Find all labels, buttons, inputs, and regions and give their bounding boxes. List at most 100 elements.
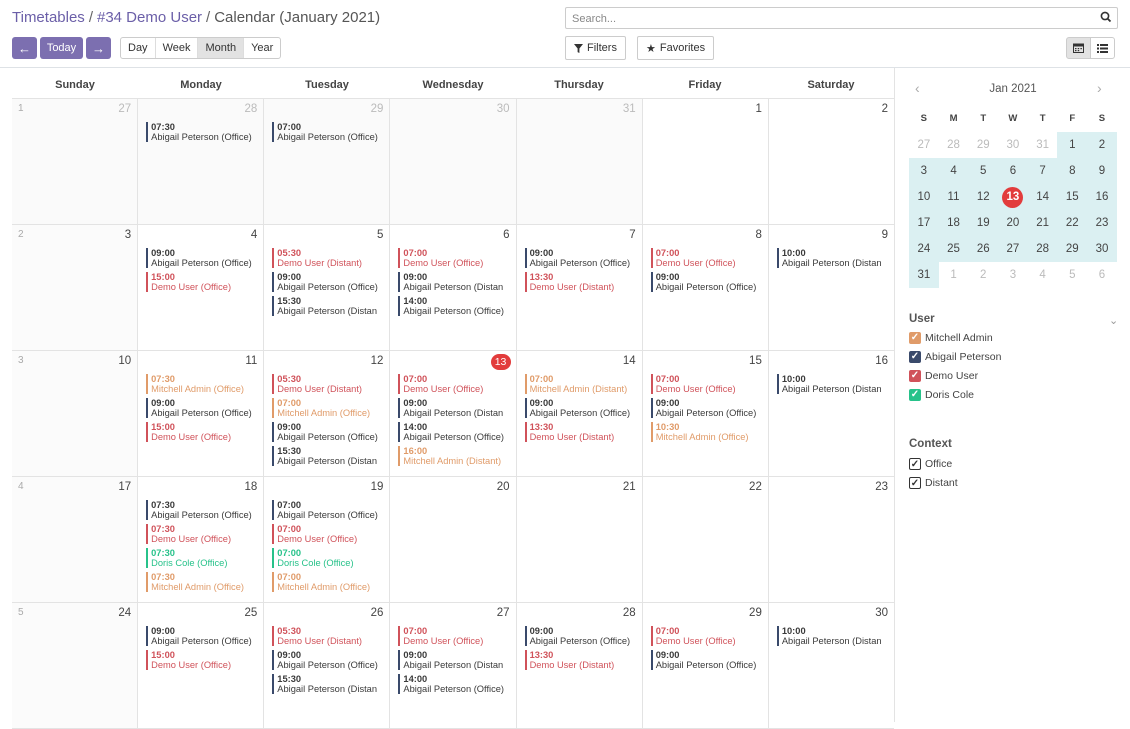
day-cell[interactable]: 1 27 [12, 99, 139, 224]
user-filter-doris-cole[interactable]: ✓ Doris Cole [909, 389, 974, 401]
day-cell[interactable]: 28 09:00 Abigail Peterson (Office) 13:30 Dem… [517, 603, 643, 728]
calendar-event[interactable]: 09:00 Abigail Peterson (Office) [146, 398, 261, 418]
calendar-event[interactable]: 16:00 Mitchell Admin (Distant) [398, 446, 513, 466]
user-filter-demo-user[interactable]: ✓ Demo User [909, 370, 978, 382]
mini-calendar-day[interactable]: 2 [968, 262, 998, 288]
checkbox-checked-icon[interactable]: ✓ [909, 370, 921, 382]
chevron-right-icon[interactable]: › [1097, 80, 1102, 96]
calendar-event[interactable]: 10:00 Abigail Peterson (Distan [776, 374, 892, 394]
calendar-event[interactable]: 13:30 Demo User (Distant) [524, 272, 640, 292]
day-cell[interactable]: 1 [643, 99, 769, 224]
day-cell[interactable]: 21 [517, 477, 643, 602]
calendar-event[interactable]: 15:30 Abigail Peterson (Distan [272, 446, 387, 466]
mini-calendar-day[interactable]: 5 [968, 158, 999, 184]
day-cell[interactable]: 15 07:00 Demo User (Office) 09:00 Abigail Pe… [643, 351, 769, 476]
mini-calendar-day[interactable]: 16 [1087, 184, 1117, 210]
mini-calendar-day[interactable]: 17 [909, 210, 939, 236]
day-cell[interactable]: 5 24 [12, 603, 139, 728]
calendar-event[interactable]: 09:00 Abigail Peterson (Distan [398, 272, 513, 292]
calendar-event[interactable]: 10:00 Abigail Peterson (Distan [776, 248, 892, 268]
day-cell[interactable]: 12 05:30 Demo User (Distant) 07:00 Mitchell … [264, 351, 391, 476]
context-filter-office[interactable]: ✓ Office [909, 458, 952, 470]
next-button[interactable]: → [86, 37, 111, 59]
mini-calendar-day[interactable]: 30 [1087, 236, 1117, 262]
calendar-event[interactable]: 07:00 Mitchell Admin (Office) [272, 398, 387, 418]
today-button[interactable]: Today [40, 37, 83, 59]
calendar-event[interactable]: 07:30 Mitchell Admin (Office) [146, 374, 261, 394]
calendar-event[interactable]: 09:00 Abigail Peterson (Office) [650, 398, 766, 418]
day-cell[interactable]: 23 [769, 477, 894, 602]
scale-day-button[interactable]: Day [121, 38, 156, 58]
calendar-event[interactable]: 07:30 Abigail Peterson (Office) [146, 122, 261, 142]
calendar-event[interactable]: 09:00 Abigail Peterson (Office) [272, 272, 387, 292]
day-cell[interactable]: 29 07:00 Demo User (Office) 09:00 Abigail Pe… [643, 603, 769, 728]
mini-calendar-day[interactable]: 6 [998, 158, 1028, 184]
calendar-event[interactable]: 09:00 Abigail Peterson (Office) [524, 398, 640, 418]
day-cell[interactable]: 18 07:30 Abigail Peterson (Office) 07:30 Dem… [138, 477, 265, 602]
favorites-button[interactable]: ★ Favorites [637, 36, 715, 60]
day-cell[interactable]: 2 [769, 99, 894, 224]
calendar-event[interactable]: 05:30 Demo User (Distant) [272, 626, 387, 646]
calendar-event[interactable]: 07:30 Demo User (Office) [146, 524, 261, 544]
mini-calendar-day[interactable]: 8 [1057, 158, 1088, 184]
day-cell[interactable]: 6 07:00 Demo User (Office) 09:00 Abigail Pet… [390, 225, 517, 350]
mini-calendar-day[interactable]: 11 [938, 184, 969, 210]
checkbox-checked-icon[interactable]: ✓ [909, 351, 921, 363]
calendar-event[interactable]: 07:30 Doris Cole (Office) [146, 548, 261, 568]
mini-calendar-day[interactable]: 2 [1087, 132, 1117, 158]
calendar-event[interactable]: 14:00 Abigail Peterson (Office) [398, 296, 513, 316]
scale-month-button[interactable]: Month [198, 38, 245, 58]
calendar-event[interactable]: 07:00 Abigail Peterson (Office) [272, 122, 387, 142]
mini-calendar-day[interactable]: 3 [909, 158, 939, 184]
user-filter-abigail-peterson[interactable]: ✓ Abigail Peterson [909, 351, 1001, 363]
mini-calendar-day[interactable]: 14 [1027, 184, 1058, 210]
calendar-view-button[interactable] [1066, 37, 1091, 59]
day-cell[interactable]: 31 [516, 99, 643, 224]
calendar-event[interactable]: 09:00 Abigail Peterson (Office) [146, 626, 261, 646]
breadcrumb-record[interactable]: #34 Demo User [97, 9, 202, 26]
list-view-button[interactable] [1090, 37, 1115, 59]
calendar-event[interactable]: 09:00 Abigail Peterson (Office) [650, 650, 766, 670]
calendar-event[interactable]: 07:00 Demo User (Office) [650, 626, 766, 646]
calendar-event[interactable]: 15:30 Abigail Peterson (Distan [272, 674, 387, 694]
mini-calendar-day[interactable]: 15 [1057, 184, 1088, 210]
day-cell[interactable]: 7 09:00 Abigail Peterson (Office) 13:30 Demo… [517, 225, 643, 350]
calendar-event[interactable]: 15:00 Demo User (Office) [146, 272, 261, 292]
day-cell[interactable]: 3 10 [12, 351, 139, 476]
mini-calendar-day[interactable]: 22 [1057, 210, 1088, 236]
mini-calendar-day[interactable]: 23 [1087, 210, 1117, 236]
checkbox-checked-icon[interactable]: ✓ [909, 477, 921, 489]
mini-calendar-day[interactable]: 29 [968, 132, 998, 158]
day-cell[interactable]: 5 05:30 Demo User (Distant) 09:00 Abigail Pe… [264, 225, 391, 350]
mini-calendar-day[interactable]: 21 [1027, 210, 1058, 236]
calendar-event[interactable]: 09:00 Abigail Peterson (Office) [272, 422, 387, 442]
mini-calendar-day[interactable]: 31 [1028, 132, 1058, 158]
mini-calendar-day[interactable]: 29 [1057, 236, 1088, 262]
mini-calendar-day[interactable]: 1 [1057, 132, 1088, 158]
calendar-event[interactable]: 07:00 Demo User (Office) [650, 248, 766, 268]
mini-calendar-day[interactable]: 24 [909, 236, 939, 262]
breadcrumb-timetables[interactable]: Timetables [12, 9, 85, 26]
search-icon[interactable] [1099, 10, 1113, 24]
calendar-event[interactable]: 07:00 Abigail Peterson (Office) [272, 500, 387, 520]
mini-calendar-day[interactable]: 26 [968, 236, 999, 262]
mini-calendar-day[interactable]: 3 [998, 262, 1028, 288]
checkbox-checked-icon[interactable]: ✓ [909, 389, 921, 401]
mini-calendar-day[interactable]: 27 [998, 236, 1028, 262]
calendar-event[interactable]: 15:30 Abigail Peterson (Distan [272, 296, 387, 316]
search-input[interactable]: Search... [565, 7, 1118, 29]
mini-calendar-day[interactable]: 18 [938, 210, 969, 236]
day-cell[interactable]: 25 09:00 Abigail Peterson (Office) 15:00 Dem… [138, 603, 265, 728]
day-cell[interactable]: 30 [390, 99, 517, 224]
calendar-event[interactable]: 13:30 Demo User (Distant) [524, 650, 640, 670]
scale-year-button[interactable]: Year [244, 38, 280, 58]
calendar-event[interactable]: 07:30 Abigail Peterson (Office) [146, 500, 261, 520]
mini-calendar-day[interactable]: 12 [968, 184, 999, 210]
day-cell[interactable]: 28 07:30 Abigail Peterson (Office) [138, 99, 265, 224]
calendar-event[interactable]: 07:00 Mitchell Admin (Distant) [524, 374, 640, 394]
day-cell[interactable]: 22 [643, 477, 769, 602]
calendar-event[interactable]: 07:00 Demo User (Office) [272, 524, 387, 544]
day-cell[interactable]: 16 10:00 Abigail Peterson (Distan [769, 351, 894, 476]
day-cell[interactable]: 23 [12, 225, 139, 350]
mini-calendar-day[interactable]: 4 [1028, 262, 1058, 288]
